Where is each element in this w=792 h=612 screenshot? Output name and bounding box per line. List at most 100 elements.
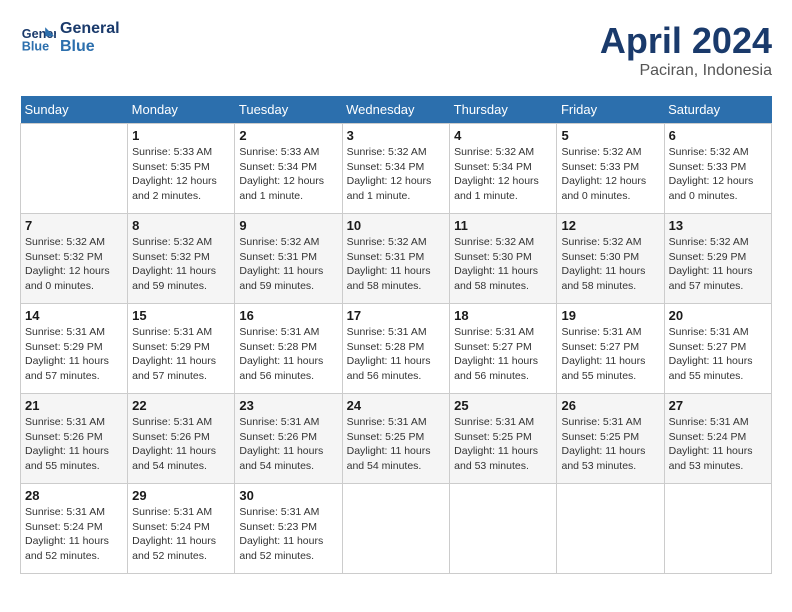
day-number: 27 <box>669 398 767 413</box>
day-number: 3 <box>347 128 446 143</box>
day-info: Sunrise: 5:33 AMSunset: 5:34 PMDaylight:… <box>239 145 337 204</box>
day-cell: 28 Sunrise: 5:31 AMSunset: 5:24 PMDayligh… <box>21 484 128 574</box>
logo-line2: Blue <box>60 38 120 56</box>
day-number: 19 <box>561 308 659 323</box>
day-cell: 29Sunrise: 5:31 AMSunset: 5:24 PMDayligh… <box>128 484 235 574</box>
day-number: 28 <box>25 488 123 503</box>
day-info: Sunrise: 5:31 AMSunset: 5:27 PMDaylight:… <box>561 325 659 384</box>
day-info: Sunrise: 5:31 AMSunset: 5:23 PMDaylight:… <box>239 505 337 564</box>
day-cell: 5 Sunrise: 5:32 AMSunset: 5:33 PMDaylight… <box>557 124 664 214</box>
day-number: 14 <box>25 308 123 323</box>
day-cell: 11 Sunrise: 5:32 AMSunset: 5:30 PMDayligh… <box>450 214 557 304</box>
day-number: 5 <box>561 128 659 143</box>
day-cell: 1Sunrise: 5:33 AMSunset: 5:35 PMDaylight… <box>128 124 235 214</box>
day-cell: 22Sunrise: 5:31 AMSunset: 5:26 PMDayligh… <box>128 394 235 484</box>
day-info: Sunrise: 5:31 AMSunset: 5:24 PMDaylight:… <box>25 505 123 564</box>
day-cell <box>664 484 771 574</box>
day-info: Sunrise: 5:32 AMSunset: 5:29 PMDaylight:… <box>669 235 767 294</box>
day-number: 4 <box>454 128 552 143</box>
day-cell: 16 Sunrise: 5:31 AMSunset: 5:28 PMDayligh… <box>235 304 342 394</box>
day-number: 20 <box>669 308 767 323</box>
calendar-table: SundayMondayTuesdayWednesdayThursdayFrid… <box>20 96 772 574</box>
day-cell: 26 Sunrise: 5:31 AMSunset: 5:25 PMDayligh… <box>557 394 664 484</box>
day-number: 9 <box>239 218 337 233</box>
day-cell: 7 Sunrise: 5:32 AMSunset: 5:32 PMDaylight… <box>21 214 128 304</box>
logo-line1: General <box>60 20 120 38</box>
title-block: April 2024 Paciran, Indonesia <box>600 20 772 80</box>
day-info: Sunrise: 5:31 AMSunset: 5:28 PMDaylight:… <box>347 325 446 384</box>
day-number: 2 <box>239 128 337 143</box>
logo-icon: General Blue <box>20 20 56 56</box>
week-row-3: 14 Sunrise: 5:31 AMSunset: 5:29 PMDayligh… <box>21 304 772 394</box>
day-cell <box>557 484 664 574</box>
day-number: 16 <box>239 308 337 323</box>
day-cell: 8Sunrise: 5:32 AMSunset: 5:32 PMDaylight… <box>128 214 235 304</box>
day-cell: 25 Sunrise: 5:31 AMSunset: 5:25 PMDayligh… <box>450 394 557 484</box>
day-info: Sunrise: 5:31 AMSunset: 5:29 PMDaylight:… <box>132 325 230 384</box>
day-cell: 20 Sunrise: 5:31 AMSunset: 5:27 PMDayligh… <box>664 304 771 394</box>
col-header-thursday: Thursday <box>450 96 557 124</box>
day-info: Sunrise: 5:31 AMSunset: 5:25 PMDaylight:… <box>561 415 659 474</box>
day-info: Sunrise: 5:31 AMSunset: 5:26 PMDaylight:… <box>25 415 123 474</box>
day-cell: 30Sunrise: 5:31 AMSunset: 5:23 PMDayligh… <box>235 484 342 574</box>
col-header-tuesday: Tuesday <box>235 96 342 124</box>
day-number: 18 <box>454 308 552 323</box>
logo: General Blue General Blue <box>20 20 120 56</box>
week-row-2: 7 Sunrise: 5:32 AMSunset: 5:32 PMDaylight… <box>21 214 772 304</box>
week-row-1: 1Sunrise: 5:33 AMSunset: 5:35 PMDaylight… <box>21 124 772 214</box>
header-row: SundayMondayTuesdayWednesdayThursdayFrid… <box>21 96 772 124</box>
day-info: Sunrise: 5:32 AMSunset: 5:34 PMDaylight:… <box>454 145 552 204</box>
day-info: Sunrise: 5:31 AMSunset: 5:27 PMDaylight:… <box>454 325 552 384</box>
day-cell: 2 Sunrise: 5:33 AMSunset: 5:34 PMDaylight… <box>235 124 342 214</box>
day-number: 25 <box>454 398 552 413</box>
day-info: Sunrise: 5:32 AMSunset: 5:32 PMDaylight:… <box>25 235 123 294</box>
day-info: Sunrise: 5:32 AMSunset: 5:33 PMDaylight:… <box>561 145 659 204</box>
day-info: Sunrise: 5:32 AMSunset: 5:34 PMDaylight:… <box>347 145 446 204</box>
day-cell: 13Sunrise: 5:32 AMSunset: 5:29 PMDayligh… <box>664 214 771 304</box>
svg-text:Blue: Blue <box>22 40 49 54</box>
day-info: Sunrise: 5:32 AMSunset: 5:31 PMDaylight:… <box>347 235 446 294</box>
page-header: General Blue General Blue April 2024 Pac… <box>20 20 772 80</box>
day-cell: 19 Sunrise: 5:31 AMSunset: 5:27 PMDayligh… <box>557 304 664 394</box>
month-title: April 2024 <box>600 20 772 62</box>
day-cell: 10 Sunrise: 5:32 AMSunset: 5:31 PMDayligh… <box>342 214 450 304</box>
day-number: 12 <box>561 218 659 233</box>
day-cell: 17Sunrise: 5:31 AMSunset: 5:28 PMDayligh… <box>342 304 450 394</box>
day-info: Sunrise: 5:31 AMSunset: 5:27 PMDaylight:… <box>669 325 767 384</box>
day-number: 7 <box>25 218 123 233</box>
day-cell: 4 Sunrise: 5:32 AMSunset: 5:34 PMDaylight… <box>450 124 557 214</box>
day-info: Sunrise: 5:32 AMSunset: 5:33 PMDaylight:… <box>669 145 767 204</box>
week-row-4: 21 Sunrise: 5:31 AMSunset: 5:26 PMDayligh… <box>21 394 772 484</box>
day-cell: 6 Sunrise: 5:32 AMSunset: 5:33 PMDaylight… <box>664 124 771 214</box>
day-info: Sunrise: 5:31 AMSunset: 5:28 PMDaylight:… <box>239 325 337 384</box>
day-number: 21 <box>25 398 123 413</box>
day-cell: 12Sunrise: 5:32 AMSunset: 5:30 PMDayligh… <box>557 214 664 304</box>
day-cell: 15 Sunrise: 5:31 AMSunset: 5:29 PMDayligh… <box>128 304 235 394</box>
day-number: 22 <box>132 398 230 413</box>
col-header-saturday: Saturday <box>664 96 771 124</box>
day-cell: 21 Sunrise: 5:31 AMSunset: 5:26 PMDayligh… <box>21 394 128 484</box>
day-info: Sunrise: 5:31 AMSunset: 5:29 PMDaylight:… <box>25 325 123 384</box>
day-cell: 23Sunrise: 5:31 AMSunset: 5:26 PMDayligh… <box>235 394 342 484</box>
day-cell <box>342 484 450 574</box>
day-cell: 27Sunrise: 5:31 AMSunset: 5:24 PMDayligh… <box>664 394 771 484</box>
location: Paciran, Indonesia <box>600 62 772 80</box>
day-info: Sunrise: 5:31 AMSunset: 5:24 PMDaylight:… <box>132 505 230 564</box>
day-number: 10 <box>347 218 446 233</box>
day-number: 23 <box>239 398 337 413</box>
day-cell: 3 Sunrise: 5:32 AMSunset: 5:34 PMDaylight… <box>342 124 450 214</box>
col-header-monday: Monday <box>128 96 235 124</box>
day-cell: 24Sunrise: 5:31 AMSunset: 5:25 PMDayligh… <box>342 394 450 484</box>
col-header-wednesday: Wednesday <box>342 96 450 124</box>
day-number: 26 <box>561 398 659 413</box>
day-cell: 18 Sunrise: 5:31 AMSunset: 5:27 PMDayligh… <box>450 304 557 394</box>
day-number: 6 <box>669 128 767 143</box>
day-info: Sunrise: 5:31 AMSunset: 5:25 PMDaylight:… <box>347 415 446 474</box>
day-cell: 14 Sunrise: 5:31 AMSunset: 5:29 PMDayligh… <box>21 304 128 394</box>
week-row-5: 28 Sunrise: 5:31 AMSunset: 5:24 PMDayligh… <box>21 484 772 574</box>
day-info: Sunrise: 5:31 AMSunset: 5:25 PMDaylight:… <box>454 415 552 474</box>
day-number: 1 <box>132 128 230 143</box>
day-number: 11 <box>454 218 552 233</box>
day-number: 15 <box>132 308 230 323</box>
day-info: Sunrise: 5:32 AMSunset: 5:30 PMDaylight:… <box>454 235 552 294</box>
